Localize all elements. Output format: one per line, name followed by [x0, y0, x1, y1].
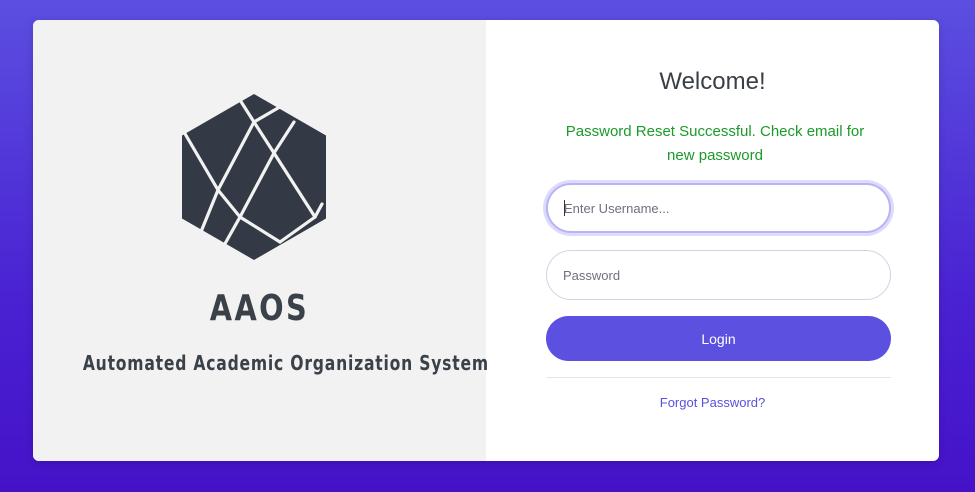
login-card: AAOS Automated Academic Organization Sys…: [33, 20, 939, 461]
username-input[interactable]: [546, 183, 891, 233]
brand-tagline: Automated Academic Organization System: [82, 351, 489, 375]
success-alert: Password Reset Successful. Check email f…: [565, 123, 865, 164]
brand-name: AAOS: [209, 288, 310, 329]
hexagon-logo-icon: [182, 94, 326, 260]
brand-panel: AAOS Automated Academic Organization Sys…: [33, 20, 489, 461]
divider: [546, 377, 891, 378]
forgot-password-link[interactable]: Forgot Password?: [486, 395, 939, 410]
page-title: Welcome!: [659, 68, 766, 95]
login-form-panel: Welcome! Password Reset Successful. Chec…: [486, 20, 939, 461]
login-button[interactable]: Login: [546, 316, 891, 361]
text-caret: [564, 200, 565, 216]
password-input[interactable]: [546, 250, 891, 300]
